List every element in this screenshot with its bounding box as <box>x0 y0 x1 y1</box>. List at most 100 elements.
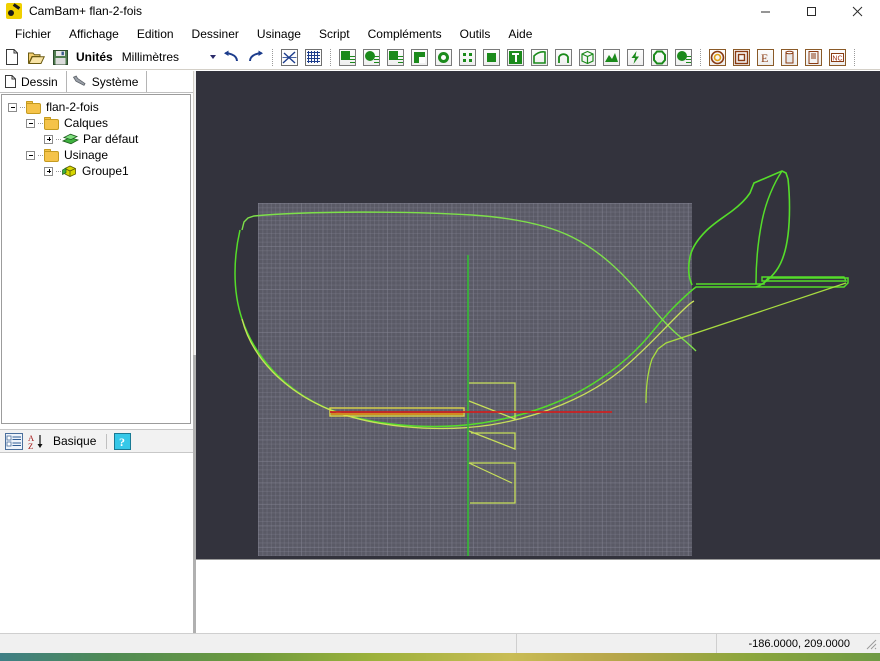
tree-connector <box>38 154 43 156</box>
propbar-separator <box>106 433 108 449</box>
menu-bar: Fichier Affichage Edition Dessiner Usina… <box>0 22 880 45</box>
maximize-button[interactable] <box>788 0 834 22</box>
circle-icon <box>435 48 453 66</box>
chevron-down-icon[interactable] <box>206 48 220 67</box>
show-grid-button[interactable] <box>303 47 325 68</box>
profile-mop-button[interactable] <box>707 47 729 68</box>
nest-button[interactable] <box>673 47 695 68</box>
pocket-mop-icon <box>733 48 751 66</box>
lower-white-area <box>196 559 880 633</box>
menu-item-fichier[interactable]: Fichier <box>6 24 60 44</box>
surface-button[interactable] <box>601 47 623 68</box>
undo-button[interactable] <box>221 47 243 68</box>
toolbar-separator-3 <box>699 48 702 66</box>
open-file-button[interactable] <box>25 47 47 68</box>
tree-node-usinage[interactable]: Usinage <box>2 147 190 163</box>
drill-glyph <box>785 50 794 63</box>
drill-mop-button[interactable] <box>779 47 801 68</box>
nc-file-button[interactable]: NC <box>827 47 849 68</box>
property-grid-toolbar: A Z Basique ? <box>0 429 193 453</box>
units-combo[interactable]: Millimètres <box>117 47 206 67</box>
project-tree[interactable]: flan-2-fois Calques Par défaut Usinage G… <box>1 94 191 424</box>
tree-node-label: Calques <box>64 116 109 130</box>
engrave-mop-button[interactable]: E <box>755 47 777 68</box>
close-icon <box>852 6 862 16</box>
layer-icon <box>61 133 80 146</box>
menu-item-dessiner[interactable]: Dessiner <box>183 24 248 44</box>
tail-fin-path <box>687 170 791 288</box>
svg-text:?: ? <box>119 435 125 449</box>
tree-node-calques[interactable]: Calques <box>2 115 190 131</box>
tree-connector <box>56 138 61 140</box>
cad-geometry <box>234 170 849 556</box>
tree-expander-minus[interactable] <box>26 118 35 128</box>
property-mode-label[interactable]: Basique <box>47 434 102 448</box>
pline-region-button[interactable] <box>409 47 431 68</box>
rect-list-button[interactable] <box>385 47 407 68</box>
bolt-button[interactable] <box>625 47 647 68</box>
title-bar: CamBam+ flan-2-fois <box>0 0 880 22</box>
text-button[interactable] <box>505 47 527 68</box>
tab-systeme[interactable]: Système <box>66 71 148 92</box>
arc-glyph <box>558 52 570 63</box>
notch-shape-1 <box>468 382 516 420</box>
cube-glyph <box>581 50 594 64</box>
tree-expander-plus[interactable] <box>44 134 53 144</box>
tree-node-flan-2-fois[interactable]: flan-2-fois <box>2 99 190 115</box>
profile-glyph <box>710 50 725 64</box>
snap-grid-button[interactable] <box>279 47 301 68</box>
resize-grip-icon[interactable] <box>864 637 878 651</box>
cube-button[interactable] <box>577 47 599 68</box>
circle-button[interactable] <box>433 47 455 68</box>
window-title: CamBam+ flan-2-fois <box>29 4 143 18</box>
cube-icon <box>579 48 597 66</box>
menu-item-edition[interactable]: Edition <box>128 24 183 44</box>
cad-viewport[interactable] <box>196 71 880 559</box>
redo-button[interactable] <box>245 47 267 68</box>
tree-expander-minus[interactable] <box>8 102 17 112</box>
post-process-icon <box>805 48 823 66</box>
minimize-button[interactable] <box>742 0 788 22</box>
arc-icon <box>555 48 573 66</box>
arc-button[interactable] <box>553 47 575 68</box>
menu-item-complements[interactable]: Compléments <box>359 24 451 44</box>
menu-item-aide[interactable]: Aide <box>499 24 541 44</box>
rectangle-button[interactable] <box>481 47 503 68</box>
post-process-button[interactable] <box>803 47 825 68</box>
save-file-button[interactable] <box>49 47 71 68</box>
profile-mop-icon <box>709 48 727 66</box>
categorized-view-button[interactable] <box>3 431 25 451</box>
tab-dessin[interactable]: Dessin <box>0 71 67 92</box>
menu-item-outils[interactable]: Outils <box>451 24 500 44</box>
tree-expander-plus[interactable] <box>44 166 53 176</box>
help-icon: ? <box>113 432 131 450</box>
pocket-glyph <box>653 50 667 64</box>
desktop-wallpaper-strip <box>0 653 880 661</box>
cambam-window: CamBam+ flan-2-fois Fichier Affichage Ed… <box>0 0 880 661</box>
menu-item-usinage[interactable]: Usinage <box>248 24 310 44</box>
point-list-button[interactable] <box>457 47 479 68</box>
help-button[interactable]: ? <box>111 431 133 451</box>
close-button[interactable] <box>834 0 880 22</box>
engrave-mop-icon: E <box>757 48 775 66</box>
alphabetic-sort-button[interactable]: A Z <box>25 431 47 451</box>
status-secondary <box>516 634 716 653</box>
circle-polyline-button[interactable] <box>361 47 383 68</box>
pocket-mop-button[interactable] <box>731 47 753 68</box>
tree-node-label: Par défaut <box>83 132 139 146</box>
pocket-region-button[interactable] <box>649 47 671 68</box>
menu-item-affichage[interactable]: Affichage <box>60 24 128 44</box>
folder-icon <box>44 116 60 130</box>
new-file-button[interactable] <box>1 47 23 68</box>
tree-node-groupe1[interactable]: Groupe1 <box>2 163 190 179</box>
surface-glyph <box>605 52 619 62</box>
menu-item-script[interactable]: Script <box>310 24 359 44</box>
tail-base-bar-path <box>761 276 848 282</box>
tree-node-par-defaut[interactable]: Par défaut <box>2 131 190 147</box>
tree-expander-minus[interactable] <box>26 150 35 160</box>
shape-button[interactable] <box>529 47 551 68</box>
property-grid[interactable] <box>0 453 193 633</box>
wrench-icon <box>72 75 87 88</box>
polyline-button[interactable] <box>337 47 359 68</box>
toolbar-separator-1 <box>271 48 274 66</box>
